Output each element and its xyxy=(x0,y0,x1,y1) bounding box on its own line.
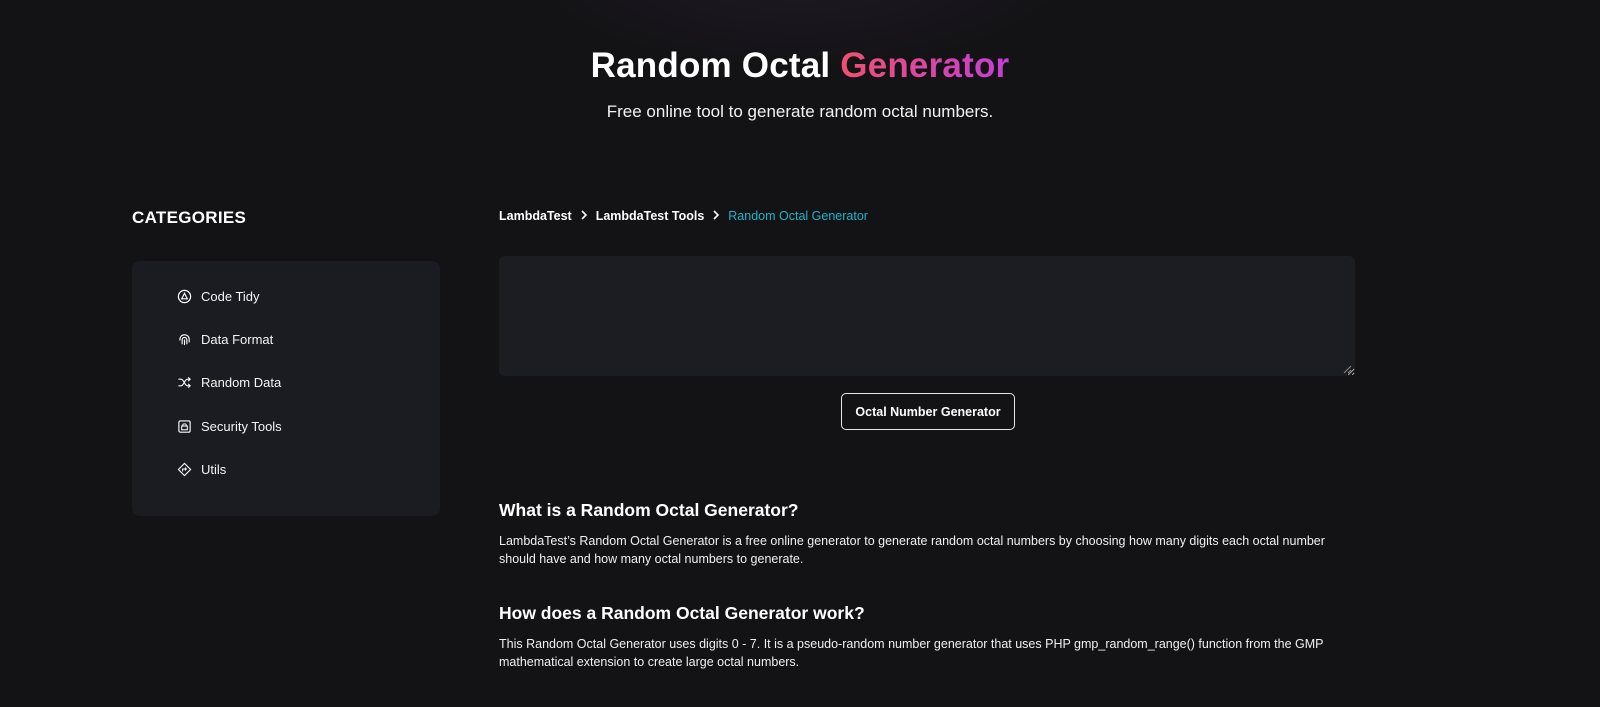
sidebar-item-label: Random Data xyxy=(201,374,282,390)
breadcrumb-lambdatest-tools[interactable]: LambdaTest Tools xyxy=(596,209,705,223)
breadcrumb: LambdaTest LambdaTest Tools Random Octal… xyxy=(499,209,868,223)
page: Random Octal Generator Free online tool … xyxy=(0,0,1600,707)
page-title-accent: Generator xyxy=(840,46,1010,85)
sidebar-item-code-tidy[interactable]: Code Tidy xyxy=(176,285,260,307)
octal-output-textarea[interactable] xyxy=(499,256,1355,376)
sidebar-item-utils[interactable]: Utils xyxy=(176,458,226,480)
resize-grip-icon[interactable] xyxy=(1343,365,1352,374)
section-text-what-is: LambdaTest’s Random Octal Generator is a… xyxy=(499,534,1325,566)
page-title: Random Octal Generator xyxy=(0,40,1600,92)
breadcrumb-lambdatest[interactable]: LambdaTest xyxy=(499,209,572,223)
categories-sidebar: Code Tidy Data Format Random Data Securi… xyxy=(132,261,440,516)
section-text-how-works: This Random Octal Generator uses digits … xyxy=(499,637,1324,669)
fingerprint-icon xyxy=(176,331,192,347)
sidebar-item-label: Utils xyxy=(201,461,227,477)
hero: Random Octal Generator Free online tool … xyxy=(0,40,1600,122)
sidebar-item-security-tools[interactable]: Security Tools xyxy=(176,415,282,437)
octal-number-generator-button[interactable]: Octal Number Generator xyxy=(841,393,1015,430)
chevron-right-icon xyxy=(712,209,720,223)
sidebar-item-label: Security Tools xyxy=(201,418,282,434)
categories-heading: CATEGORIES xyxy=(132,208,247,227)
sidebar-item-random-data[interactable]: Random Data xyxy=(176,371,281,393)
sidebar-item-label: Code Tidy xyxy=(201,288,260,304)
chevron-right-icon xyxy=(580,209,588,223)
code-tidy-icon xyxy=(176,288,192,304)
lock-box-icon xyxy=(176,418,192,434)
sidebar-item-data-format[interactable]: Data Format xyxy=(176,328,273,350)
section-heading-what-is: What is a Random Octal Generator? xyxy=(499,500,799,520)
diamond-arrow-icon xyxy=(176,461,192,477)
breadcrumb-current: Random Octal Generator xyxy=(728,209,868,223)
page-title-main: Random Octal xyxy=(590,46,831,85)
shuffle-icon xyxy=(176,374,192,390)
page-subtitle: Free online tool to generate random octa… xyxy=(606,102,994,121)
sidebar-item-label: Data Format xyxy=(201,331,274,347)
section-heading-how-works: How does a Random Octal Generator work? xyxy=(499,603,865,623)
